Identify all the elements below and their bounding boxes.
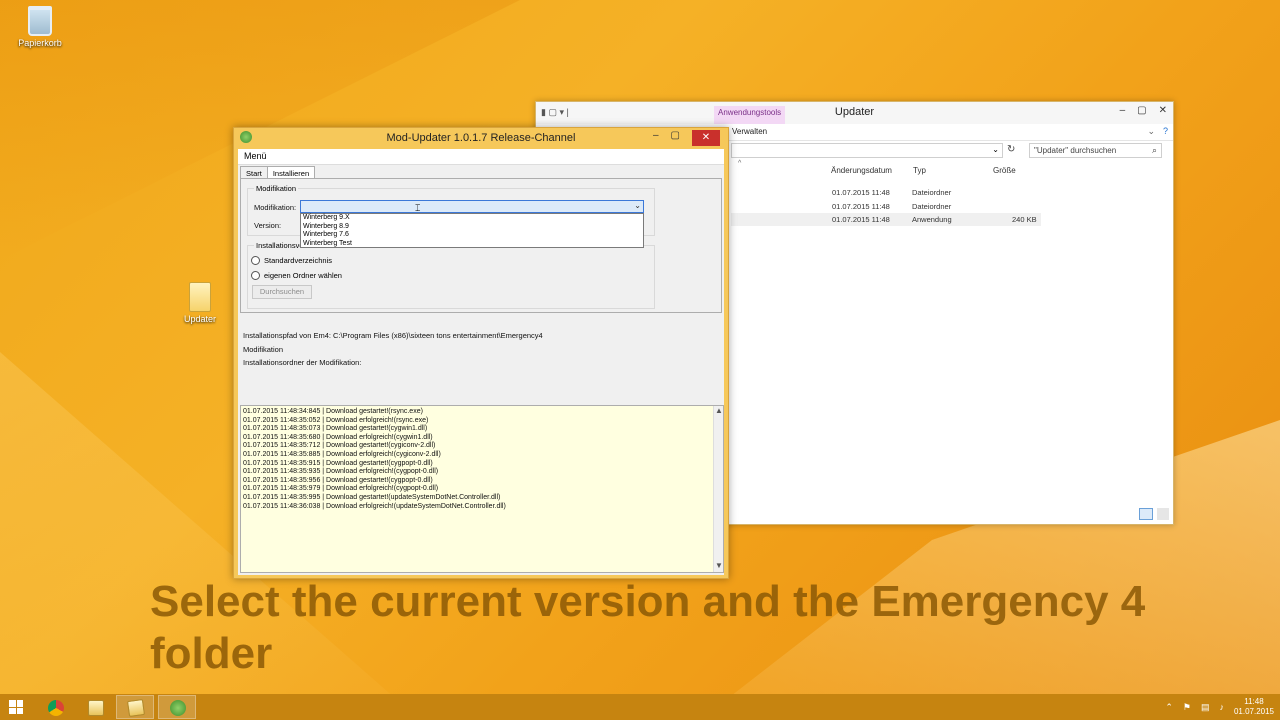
list-item[interactable]: Winterberg 8.9	[301, 223, 643, 232]
scroll-up-icon[interactable]: ▲	[715, 406, 723, 416]
system-tray: ⌃ ⚑ ▤ ♪ 11:48 01.07.2015	[1165, 694, 1274, 720]
taskbar-file-explorer[interactable]	[76, 695, 114, 719]
desktop-icon-recycle-bin[interactable]: Papierkorb	[10, 6, 70, 48]
radio-standardverzeichnis[interactable]: Standardverzeichnis	[251, 256, 332, 265]
scroll-down-icon[interactable]: ▼	[715, 562, 723, 571]
log-line: 01.07.2015 11:48:35:995 | Download gesta…	[243, 493, 501, 501]
tab-verwalten[interactable]: Verwalten	[732, 127, 767, 136]
flag-icon[interactable]: ⚑	[1183, 702, 1191, 713]
list-item[interactable]: Winterberg 7.6	[301, 231, 643, 240]
taskbar-mod-updater[interactable]	[158, 695, 196, 719]
chevron-down-icon[interactable]: ⌄	[634, 201, 641, 210]
log-line: 01.07.2015 11:48:35:712 | Download gesta…	[243, 442, 436, 450]
taskbar-explorer-window[interactable]	[116, 695, 154, 719]
search-placeholder: "Updater" durchsuchen	[1034, 146, 1117, 155]
maximize-icon[interactable]: ▢	[1137, 105, 1146, 116]
mod-updater-client: Menü Start Installieren Modifikation Mod…	[238, 149, 724, 575]
info-install-path: Installationspfad von Em4: C:\Program Fi…	[243, 331, 543, 340]
modifikation-dropdown-list[interactable]: Winterberg 9.X Winterberg 8.9 Winterberg…	[300, 213, 644, 248]
log-line: 01.07.2015 11:48:35:680 | Download erfol…	[243, 433, 433, 441]
column-header-date[interactable]: Änderungsdatum	[831, 166, 892, 175]
mod-updater-window[interactable]: Mod-Updater 1.0.1.7 Release-Channel – ▢ …	[233, 127, 729, 579]
network-icon[interactable]: ▤	[1201, 702, 1210, 713]
mod-updater-titlebar[interactable]: Mod-Updater 1.0.1.7 Release-Channel – ▢ …	[234, 128, 728, 148]
radio-circle[interactable]	[251, 256, 260, 265]
chrome-icon	[48, 700, 64, 716]
radio-circle[interactable]	[251, 271, 260, 280]
recycle-bin-icon	[28, 6, 52, 36]
clock[interactable]: 11:48 01.07.2015	[1234, 697, 1274, 717]
desktop-icon-label: Papierkorb	[18, 38, 62, 48]
help-icon[interactable]: ?	[1163, 126, 1168, 136]
log-line: 01.07.2015 11:48:35:073 | Download gesta…	[243, 425, 428, 433]
taskbar-chrome[interactable]	[36, 695, 74, 719]
close-icon[interactable]: ✕	[692, 130, 720, 146]
info-modification: Modifikation	[243, 345, 284, 354]
desktop-icon-updater[interactable]: Updater	[170, 282, 230, 324]
file-icon	[189, 282, 211, 312]
group-title: Modifikation	[254, 184, 299, 193]
taskbar: ⌃ ⚑ ▤ ♪ 11:48 01.07.2015	[0, 694, 1280, 720]
menu-item-menu[interactable]: Menü	[244, 151, 267, 161]
close-icon[interactable]: ✕	[1159, 105, 1167, 116]
log-output[interactable]: 01.07.2015 11:48:34:845 | Download gesta…	[240, 405, 724, 573]
maximize-icon[interactable]: ▢	[671, 130, 680, 146]
clock-time: 11:48	[1244, 697, 1264, 706]
log-line: 01.07.2015 11:48:36:038 | Download erfol…	[243, 502, 506, 510]
modifikation-combobox[interactable]: ⌄ ⌶	[300, 200, 644, 213]
log-line: 01.07.2015 11:48:35:885 | Download erfol…	[243, 450, 441, 458]
log-line: 01.07.2015 11:48:35:052 | Download erfol…	[243, 416, 429, 424]
refresh-icon[interactable]: ↻	[1007, 144, 1015, 155]
label-version: Version:	[254, 221, 282, 230]
column-header-type[interactable]: Typ	[913, 166, 926, 175]
minimize-icon[interactable]: –	[653, 130, 659, 146]
clock-date: 01.07.2015	[1233, 707, 1274, 716]
log-line: 01.07.2015 11:48:35:915 | Download gesta…	[243, 459, 433, 467]
file-row[interactable]: 01.07.2015 11:48 Dateiordner	[731, 200, 1041, 213]
sort-arrow-icon: ^	[738, 160, 742, 167]
file-explorer-icon	[88, 700, 104, 716]
chevron-down-icon[interactable]: ⌄	[992, 145, 999, 154]
list-item[interactable]: Winterberg 9.X	[301, 214, 643, 223]
window-title: Updater	[834, 106, 875, 118]
log-line: 01.07.2015 11:48:35:979 | Download erfol…	[243, 485, 439, 493]
start-button[interactable]	[0, 694, 34, 720]
log-line: 01.07.2015 11:48:35:935 | Download erfol…	[243, 468, 439, 476]
large-icons-view-icon[interactable]	[1157, 508, 1169, 520]
minimize-icon[interactable]: –	[1120, 105, 1126, 116]
chevron-down-icon[interactable]: ⌄	[1147, 126, 1155, 137]
address-bar[interactable]: ⌄	[731, 143, 1003, 158]
details-view-icon[interactable]	[1139, 508, 1153, 520]
menu-bar: Menü	[238, 149, 724, 165]
info-install-folder: Installationsordner der Modifikation:	[243, 358, 362, 367]
search-icon[interactable]: ⌕	[1152, 145, 1157, 156]
file-row[interactable]: 01.07.2015 11:48 Anwendung 240 KB	[731, 213, 1041, 226]
file-row[interactable]: 01.07.2015 11:48 Dateiordner	[731, 186, 1041, 199]
chevron-up-icon[interactable]: ⌃	[1165, 702, 1173, 713]
tab-panel-installieren: Modifikation Modifikation: Version: ⌄ ⌶ …	[240, 178, 722, 313]
tutorial-caption: Select the current version and the Emerg…	[150, 577, 1146, 678]
explorer-titlebar[interactable]: ▮ ▢ ▾ | Anwendungstools Updater – ▢ ✕	[536, 102, 1173, 126]
browse-button[interactable]: Durchsuchen	[252, 285, 312, 299]
label-modifikation: Modifikation:	[254, 203, 297, 212]
volume-icon[interactable]: ♪	[1219, 702, 1224, 712]
desktop-icon-label: Updater	[183, 314, 217, 324]
list-item[interactable]: Winterberg Test	[301, 240, 643, 249]
log-scrollbar[interactable]: ▲ ▼	[713, 406, 723, 572]
updater-app-icon	[170, 700, 186, 716]
log-line: 01.07.2015 11:48:34:845 | Download gesta…	[243, 408, 423, 415]
log-line: 01.07.2015 11:48:35:956 | Download gesta…	[243, 476, 433, 484]
search-input[interactable]: "Updater" durchsuchen ⌕	[1029, 143, 1162, 158]
column-header-size[interactable]: Größe	[993, 166, 1016, 175]
radio-eigener-ordner[interactable]: eigenen Ordner wählen	[251, 271, 342, 280]
windows-logo-icon	[9, 700, 23, 714]
folder-icon	[126, 698, 146, 718]
